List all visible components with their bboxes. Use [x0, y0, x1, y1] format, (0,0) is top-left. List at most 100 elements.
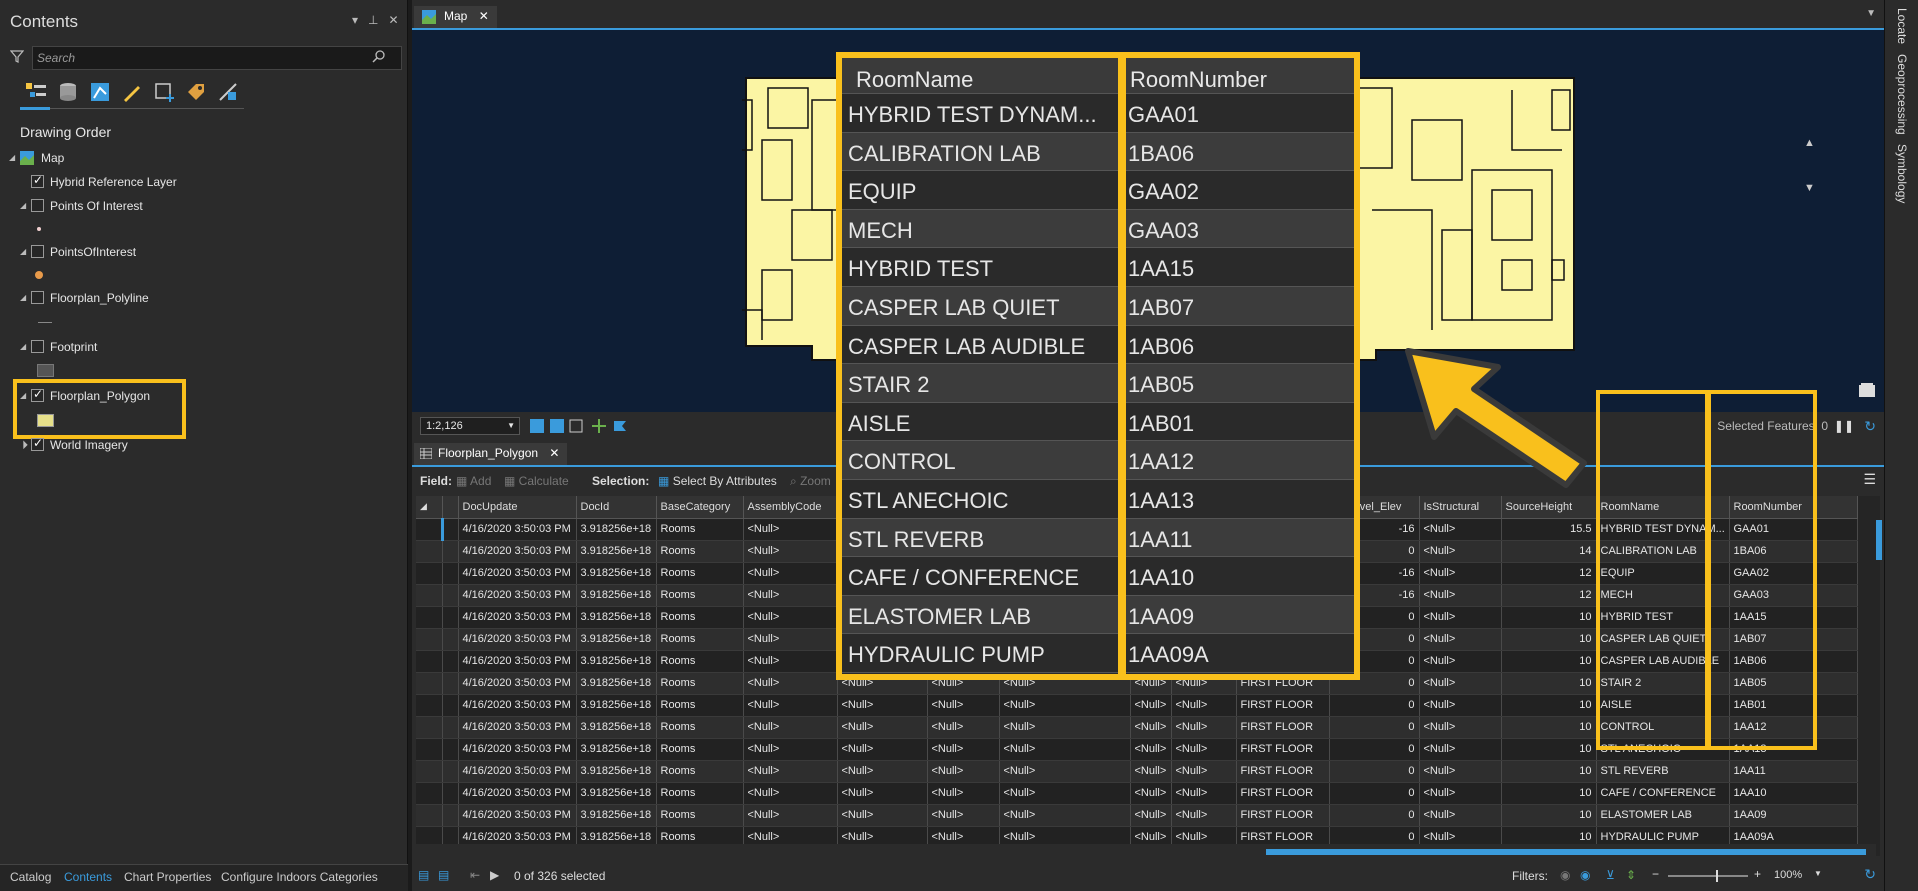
visibility-checkbox[interactable] — [31, 436, 44, 451]
table-cell[interactable]: 4/16/2020 3:50:03 PM — [458, 540, 577, 563]
table-cell[interactable]: 3.918256e+18 — [576, 562, 657, 585]
table-cell[interactable]: Rooms — [656, 716, 744, 739]
table-cell[interactable]: 4/16/2020 3:50:03 PM — [458, 804, 577, 827]
table-cell[interactable]: 10 — [1501, 628, 1597, 651]
table-cell[interactable]: <Null> — [837, 716, 928, 739]
layer-row-hybrid-reference[interactable]: Hybrid Reference Layer — [0, 172, 400, 194]
table-cell[interactable]: 4/16/2020 3:50:03 PM — [458, 562, 577, 585]
table-cell[interactable]: ELASTOMER LAB — [1596, 804, 1730, 827]
tab-catalog[interactable]: Catalog — [10, 870, 51, 884]
table-cell[interactable]: <Null> — [743, 540, 838, 563]
list-by-selection-icon[interactable] — [88, 80, 112, 104]
sort-icon[interactable]: ⇕ — [1626, 868, 1636, 882]
collapse-icon[interactable]: ◢ — [20, 342, 26, 351]
table-cell[interactable]: 0 — [1329, 694, 1420, 717]
table-cell[interactable]: 3.918256e+18 — [576, 782, 657, 805]
table-cell[interactable]: <Null> — [1419, 606, 1502, 629]
table-cell[interactable]: 3.918256e+18 — [576, 694, 657, 717]
table-row[interactable]: 4/16/2020 3:50:03 PM 3.918256e+18 Rooms <Nu… — [416, 760, 1858, 783]
table-cell[interactable]: <Null> — [743, 584, 838, 607]
table-cell[interactable]: <Null> — [743, 628, 838, 651]
close-icon[interactable]: ✕ — [479, 9, 489, 23]
table-cell[interactable]: Rooms — [656, 760, 744, 783]
table-cell[interactable]: 1AA09 — [1729, 804, 1858, 827]
table-cell[interactable]: 3.918256e+18 — [576, 650, 657, 673]
table-cell[interactable]: 10 — [1501, 650, 1597, 673]
table-menu-icon[interactable]: ☰ — [1863, 471, 1876, 488]
table-cell[interactable]: 4/16/2020 3:50:03 PM — [458, 716, 577, 739]
table-cell[interactable]: <Null> — [1419, 672, 1502, 695]
table-cell[interactable]: 12 — [1501, 562, 1597, 585]
table-cell[interactable]: <Null> — [743, 606, 838, 629]
layer-row-world-imagery[interactable]: ◢ World Imagery — [0, 435, 400, 457]
column-header[interactable]: SourceHeight — [1501, 496, 1597, 519]
row-selector[interactable] — [416, 628, 443, 651]
row-selector[interactable] — [416, 716, 443, 739]
horizontal-scrollbar[interactable] — [416, 844, 1876, 856]
table-cell[interactable]: 0 — [1329, 716, 1420, 739]
table-cell[interactable]: 10 — [1501, 782, 1597, 805]
table-cell[interactable]: FIRST FLOOR — [1236, 694, 1330, 717]
table-cell[interactable]: 10 — [1501, 760, 1597, 783]
table-cell[interactable]: Rooms — [656, 606, 744, 629]
table-cell[interactable]: 3.918256e+18 — [576, 584, 657, 607]
table-cell[interactable]: <Null> — [999, 738, 1131, 761]
row-selector[interactable] — [416, 694, 443, 717]
zoom-dropdown-icon[interactable]: ▼ — [1814, 869, 1822, 878]
table-cell[interactable]: 4/16/2020 3:50:03 PM — [458, 672, 577, 695]
table-cell[interactable]: Rooms — [656, 540, 744, 563]
tab-map[interactable]: Map ✕ — [414, 6, 497, 28]
list-by-perspective-imagery-icon[interactable] — [216, 80, 240, 104]
table-cell[interactable]: 4/16/2020 3:50:03 PM — [458, 782, 577, 805]
zoom-to-button[interactable]: ⌕ Zoom — [790, 474, 831, 489]
table-cell[interactable]: <Null> — [1130, 716, 1172, 739]
table-cell[interactable]: <Null> — [743, 694, 838, 717]
rail-tab-locate[interactable]: Locate — [1895, 8, 1909, 44]
table-cell[interactable]: 1AA11 — [1729, 760, 1858, 783]
filter-extent-icon[interactable]: ◉ — [1560, 868, 1570, 882]
select-all-header[interactable]: ◢ — [416, 496, 443, 519]
add-field-button[interactable]: ▦ Add — [456, 474, 491, 488]
table-cell[interactable]: 3.918256e+18 — [576, 628, 657, 651]
row-selector[interactable] — [416, 782, 443, 805]
table-cell[interactable]: 14 — [1501, 540, 1597, 563]
table-cell[interactable]: 4/16/2020 3:50:03 PM — [458, 738, 577, 761]
table-cell[interactable]: <Null> — [1419, 650, 1502, 673]
visibility-checkbox[interactable] — [31, 245, 44, 258]
table-cell[interactable]: <Null> — [999, 716, 1131, 739]
row-selector[interactable] — [416, 650, 443, 673]
layer-row-pointsofinterest[interactable]: ◢ PointsOfInterest — [0, 242, 400, 264]
select-by-attributes-button[interactable]: ▦ Select By Attributes — [658, 474, 777, 488]
table-cell[interactable]: 0 — [1329, 738, 1420, 761]
table-cell[interactable]: <Null> — [743, 782, 838, 805]
column-header[interactable]: BaseCategory — [656, 496, 744, 519]
column-header[interactable]: IsStructural — [1419, 496, 1502, 519]
table-cell[interactable]: FIRST FLOOR — [1236, 716, 1330, 739]
table-cell[interactable]: 0 — [1329, 760, 1420, 783]
filter-definition-icon[interactable]: ◉ — [1580, 868, 1590, 882]
table-cell[interactable]: <Null> — [1419, 694, 1502, 717]
collapse-icon[interactable]: ◢ — [20, 293, 26, 302]
row-selector[interactable] — [416, 804, 443, 827]
table-cell[interactable]: <Null> — [1419, 562, 1502, 585]
table-row[interactable]: 4/16/2020 3:50:03 PM 3.918256e+18 Rooms <Nu… — [416, 804, 1858, 827]
table-cell[interactable]: Rooms — [656, 562, 744, 585]
table-cell[interactable]: 4/16/2020 3:50:03 PM — [458, 584, 577, 607]
table-cell[interactable]: STL REVERB — [1596, 760, 1730, 783]
row-selector[interactable] — [416, 606, 443, 629]
previous-extent-icon[interactable]: ▲ — [1804, 137, 1815, 149]
table-cell[interactable]: 3.918256e+18 — [576, 760, 657, 783]
table-cell[interactable]: 4/16/2020 3:50:03 PM — [458, 628, 577, 651]
table-cell[interactable]: 0 — [1329, 804, 1420, 827]
table-cell[interactable]: Rooms — [656, 518, 744, 541]
table-cell[interactable]: FIRST FLOOR — [1236, 738, 1330, 761]
table-cell[interactable]: <Null> — [999, 782, 1131, 805]
field-filter-icon[interactable]: ⊻ — [1606, 868, 1615, 882]
table-cell[interactable]: Rooms — [656, 782, 744, 805]
table-cell[interactable]: 4/16/2020 3:50:03 PM — [458, 606, 577, 629]
table-cell[interactable]: <Null> — [743, 650, 838, 673]
column-header[interactable]: DocId — [576, 496, 657, 519]
show-all-records-icon[interactable]: ▤ — [418, 868, 429, 882]
table-cell[interactable]: <Null> — [927, 804, 1000, 827]
close-icon[interactable]: ✕ — [549, 446, 559, 460]
